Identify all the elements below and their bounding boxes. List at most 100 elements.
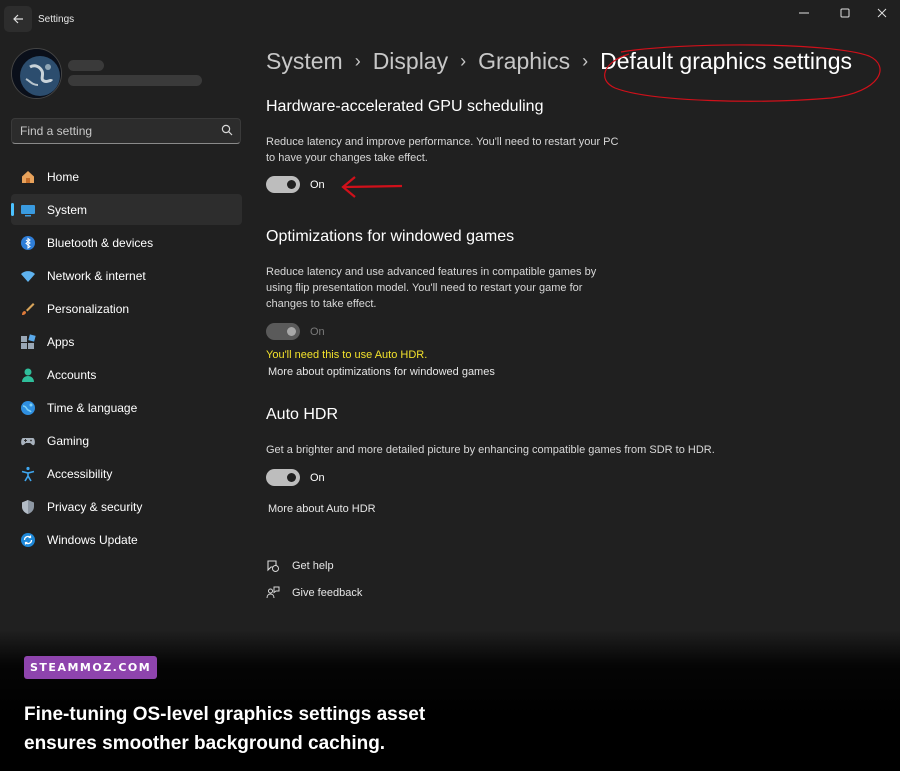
give-feedback-label: Give feedback bbox=[292, 587, 363, 599]
app-title: Settings bbox=[38, 14, 75, 25]
brush-icon bbox=[19, 300, 37, 318]
breadcrumb-system[interactable]: System bbox=[266, 48, 343, 75]
toggle-state-label: On bbox=[310, 471, 325, 484]
nav-list: Home System Bluetooth & devices Network … bbox=[11, 161, 242, 557]
accessibility-icon bbox=[19, 465, 37, 483]
windowed-games-description: Reduce latency and use advanced features… bbox=[266, 264, 596, 312]
auto-hdr-warning: You'll need this to use Auto HDR. bbox=[266, 349, 428, 361]
close-icon bbox=[877, 8, 887, 18]
windowed-games-title: Optimizations for windowed games bbox=[266, 228, 515, 245]
sidebar-item-label: Privacy & security bbox=[47, 499, 143, 514]
sidebar-item-system[interactable]: System bbox=[11, 194, 242, 225]
sidebar-item-label: Home bbox=[47, 169, 80, 184]
help-icon bbox=[267, 560, 279, 572]
sidebar-item-label: Gaming bbox=[47, 433, 90, 448]
feedback-icon bbox=[266, 586, 280, 599]
badge-label: STEAMMOZ.COM bbox=[30, 661, 152, 674]
sidebar-item-label: Bluetooth & devices bbox=[47, 235, 154, 250]
toggle-knob bbox=[287, 180, 296, 189]
sidebar-item-label: Time & language bbox=[47, 400, 138, 415]
bluetooth-icon bbox=[19, 234, 37, 252]
sidebar-item-time-language[interactable]: Time & language bbox=[11, 392, 242, 423]
sidebar-item-bluetooth[interactable]: Bluetooth & devices bbox=[11, 227, 242, 258]
gpu-scheduling-toggle-row: On bbox=[266, 176, 325, 193]
sidebar-item-accounts[interactable]: Accounts bbox=[11, 359, 242, 390]
sidebar-item-label: Windows Update bbox=[47, 532, 138, 547]
chevron-right-icon: › bbox=[460, 51, 467, 71]
sidebar-item-windows-update[interactable]: Windows Update bbox=[11, 524, 242, 555]
maximize-button[interactable] bbox=[827, 4, 863, 22]
auto-hdr-toggle[interactable] bbox=[266, 469, 300, 486]
user-name-redacted bbox=[68, 60, 104, 71]
minimize-icon bbox=[799, 12, 809, 14]
get-help-link[interactable]: Get help bbox=[266, 559, 334, 573]
gpu-scheduling-toggle[interactable] bbox=[266, 176, 300, 193]
breadcrumb-graphics[interactable]: Graphics bbox=[478, 48, 570, 75]
chevron-right-icon: › bbox=[582, 51, 589, 71]
auto-hdr-title: Auto HDR bbox=[266, 406, 339, 423]
auto-hdr-description: Get a brighter and more detailed picture… bbox=[266, 442, 715, 458]
search-box[interactable] bbox=[11, 118, 241, 144]
sidebar-item-label: Personalization bbox=[47, 301, 130, 316]
minimize-button[interactable] bbox=[786, 4, 822, 22]
sidebar-item-gaming[interactable]: Gaming bbox=[11, 425, 242, 456]
windowed-games-toggle[interactable] bbox=[266, 323, 300, 340]
caption-text: Fine-tuning OS-level graphics settings a… bbox=[24, 700, 624, 758]
auto-hdr-learn-more-link[interactable]: More about Auto HDR bbox=[268, 503, 376, 515]
back-arrow-icon bbox=[13, 14, 23, 24]
sidebar: Home System Bluetooth & devices Network … bbox=[0, 40, 250, 640]
sidebar-item-home[interactable]: Home bbox=[11, 161, 242, 192]
gamepad-icon bbox=[19, 432, 37, 450]
search-input[interactable] bbox=[12, 119, 217, 143]
windowed-games-toggle-row: On bbox=[266, 323, 325, 340]
toggle-state-label: On bbox=[310, 325, 325, 338]
sidebar-item-apps[interactable]: Apps bbox=[11, 326, 242, 357]
back-button[interactable] bbox=[4, 6, 32, 32]
sidebar-item-label: Accounts bbox=[47, 367, 97, 382]
sidebar-item-label: Accessibility bbox=[47, 466, 113, 481]
home-icon bbox=[19, 168, 37, 186]
sidebar-item-label: Network & internet bbox=[47, 268, 146, 283]
toggle-knob bbox=[287, 473, 296, 482]
sidebar-item-privacy-security[interactable]: Privacy & security bbox=[11, 491, 242, 522]
apps-icon bbox=[19, 333, 37, 351]
red-circle-annotation bbox=[604, 44, 881, 102]
avatar[interactable] bbox=[11, 48, 62, 99]
caption-line: Fine-tuning OS-level graphics settings a… bbox=[24, 704, 426, 725]
globe-icon bbox=[19, 399, 37, 417]
search-icon[interactable] bbox=[221, 124, 233, 136]
source-badge: STEAMMOZ.COM bbox=[24, 656, 158, 679]
maximize-icon bbox=[840, 8, 850, 18]
description-line: Get a brighter and more detailed picture… bbox=[266, 444, 715, 456]
red-arrow-annotation bbox=[341, 176, 403, 198]
gpu-scheduling-title: Hardware-accelerated GPU scheduling bbox=[266, 98, 544, 115]
accounts-icon bbox=[19, 366, 37, 384]
shield-icon bbox=[19, 498, 37, 516]
title-bar: Settings bbox=[0, 0, 900, 40]
description-line: using flip presentation model. You'll ne… bbox=[266, 282, 583, 294]
toggle-state-label: On bbox=[310, 178, 325, 191]
description-line: Reduce latency and use advanced features… bbox=[266, 266, 597, 278]
caption-line: ensures smoother background caching. bbox=[24, 733, 386, 754]
get-help-label: Get help bbox=[292, 560, 334, 572]
close-button[interactable] bbox=[864, 4, 900, 22]
earth-avatar-icon bbox=[12, 49, 61, 98]
sidebar-item-network[interactable]: Network & internet bbox=[11, 260, 242, 291]
sidebar-item-personalization[interactable]: Personalization bbox=[11, 293, 242, 324]
give-feedback-link[interactable]: Give feedback bbox=[266, 586, 362, 600]
auto-hdr-toggle-row: On bbox=[266, 469, 325, 486]
sidebar-item-label: Apps bbox=[47, 334, 75, 349]
description-line: to have your changes take effect. bbox=[266, 152, 428, 164]
sidebar-item-label: System bbox=[47, 202, 88, 217]
description-line: changes to take effect. bbox=[266, 298, 377, 310]
description-line: Reduce latency and improve performance. … bbox=[266, 136, 619, 148]
update-icon bbox=[19, 531, 37, 549]
network-icon bbox=[19, 267, 37, 285]
breadcrumb-display[interactable]: Display bbox=[373, 48, 448, 75]
sidebar-item-accessibility[interactable]: Accessibility bbox=[11, 458, 242, 489]
toggle-knob bbox=[287, 327, 296, 336]
user-email-redacted bbox=[68, 75, 202, 86]
chevron-right-icon: › bbox=[354, 51, 361, 71]
windowed-games-learn-more-link[interactable]: More about optimizations for windowed ga… bbox=[268, 366, 495, 378]
system-icon bbox=[19, 201, 37, 219]
